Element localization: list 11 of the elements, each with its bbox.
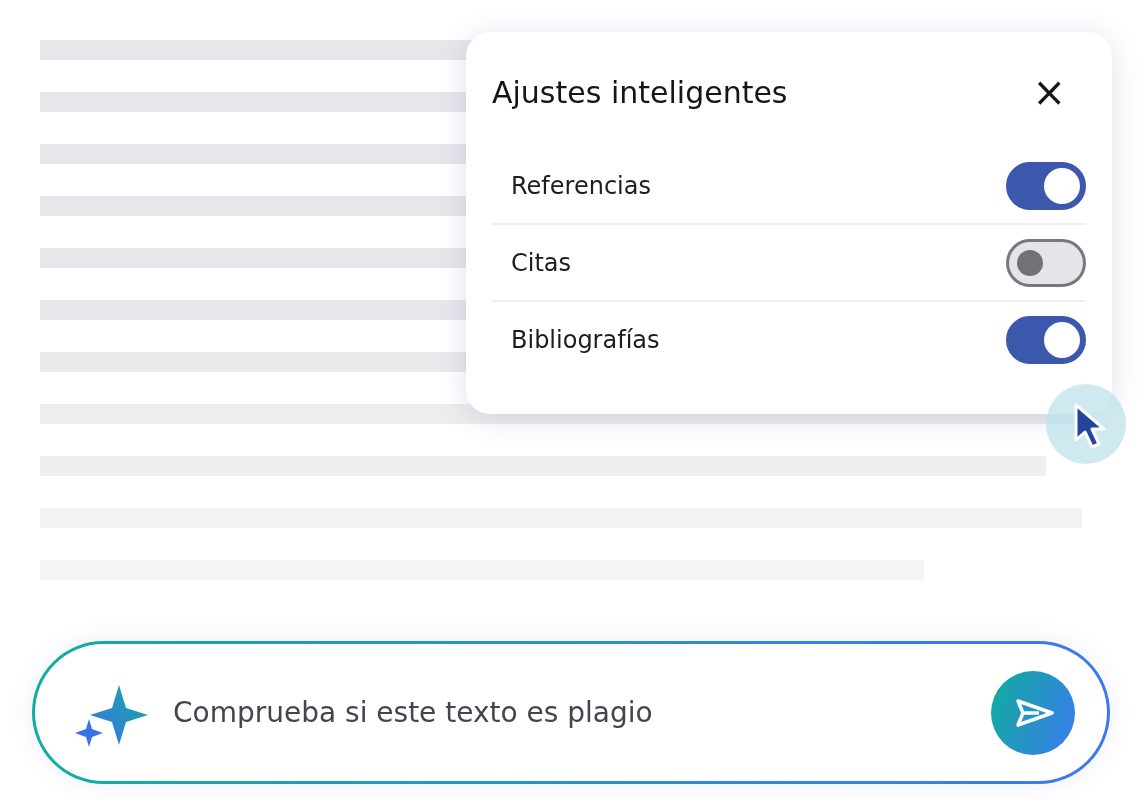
prompt-field[interactable]: Comprueba si este texto es plagio bbox=[32, 641, 1110, 784]
panel-title: Ajustes inteligentes bbox=[492, 74, 788, 110]
toggle-switch[interactable] bbox=[1006, 238, 1086, 287]
close-button[interactable]: × bbox=[1026, 72, 1072, 112]
toggle-switch[interactable] bbox=[1006, 161, 1086, 210]
send-icon bbox=[1015, 697, 1055, 728]
option-label: Citas bbox=[511, 248, 572, 277]
toggle-switch[interactable] bbox=[1006, 315, 1086, 364]
option-label: Referencias bbox=[511, 171, 651, 200]
option-label: Bibliografías bbox=[511, 325, 660, 354]
prompt-text: Comprueba si este texto es plagio bbox=[173, 696, 654, 729]
